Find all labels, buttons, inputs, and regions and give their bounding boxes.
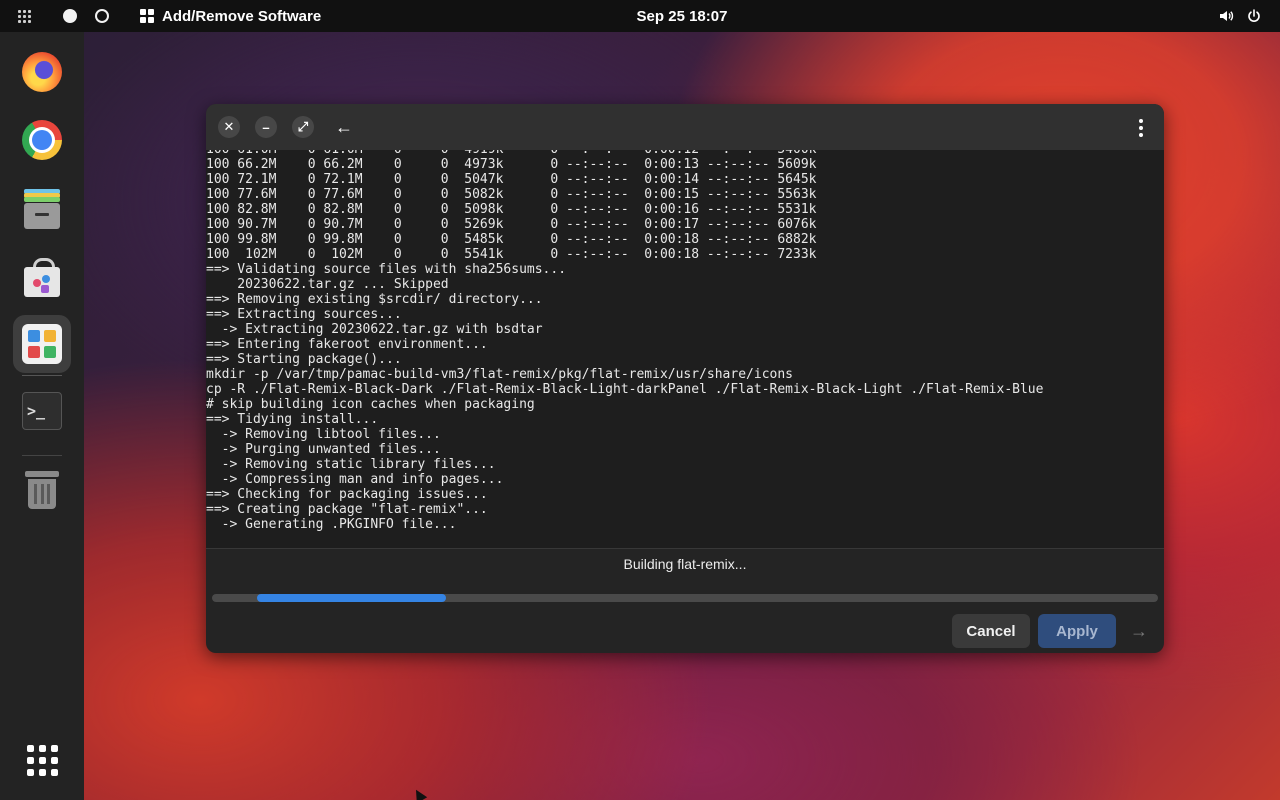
apply-button[interactable]: Apply (1038, 614, 1116, 648)
progress-bar (212, 594, 1158, 602)
sound-icon[interactable] (1218, 0, 1234, 32)
terminal-icon: >_ (22, 392, 62, 430)
minimize-icon: – (262, 119, 270, 135)
firefox-icon (22, 52, 62, 92)
next-button[interactable]: → (1128, 618, 1150, 644)
dock-trash[interactable] (13, 460, 71, 518)
minimize-button[interactable]: – (255, 116, 277, 138)
trash-icon (25, 469, 59, 509)
dock-archive-manager[interactable] (13, 180, 71, 238)
mouse-cursor (410, 786, 428, 800)
maximize-button[interactable]: ⤢ (292, 116, 314, 138)
kebab-menu-icon (1139, 119, 1143, 123)
menu-button[interactable] (1134, 119, 1148, 137)
cancel-button[interactable]: Cancel (952, 614, 1030, 648)
header-bar: ✕ – ⤢ ← (206, 104, 1164, 150)
dock-add-remove-software[interactable] (13, 315, 71, 373)
dock-software-store[interactable] (13, 248, 71, 306)
dock-chrome[interactable] (13, 111, 71, 169)
arrow-right-icon: → (1130, 620, 1148, 641)
dock-running-indicator (22, 375, 62, 376)
power-icon[interactable] (1246, 0, 1262, 32)
add-remove-software-icon (22, 324, 62, 364)
add-remove-software-window: ✕ – ⤢ ← 100 61.0M 0 61.0M 0 0 4919k 0 --… (206, 104, 1164, 653)
dock: >_ (0, 32, 84, 800)
chrome-icon (22, 120, 62, 160)
clock[interactable]: Sep 25 18:07 (0, 0, 1280, 32)
top-bar: Add/Remove Software Sep 25 18:07 (0, 0, 1280, 32)
build-output[interactable]: 100 61.0M 0 61.0M 0 0 4919k 0 --:--:-- 0… (206, 150, 1164, 548)
dock-show-apps[interactable] (13, 731, 71, 789)
dock-firefox[interactable] (13, 43, 71, 101)
status-text: Building flat-remix... (623, 556, 747, 572)
divider (206, 548, 1164, 549)
close-icon: ✕ (223, 119, 235, 134)
maximize-icon: ⤢ (297, 119, 309, 134)
software-store-icon (23, 257, 61, 297)
dock-separator (22, 455, 62, 456)
back-arrow-icon: ← (335, 116, 353, 137)
progress-bar-fill (257, 594, 446, 602)
archive-manager-icon (22, 189, 62, 229)
close-button[interactable]: ✕ (218, 116, 240, 138)
dock-terminal[interactable]: >_ (13, 382, 71, 440)
build-output-text: 100 61.0M 0 61.0M 0 0 4919k 0 --:--:-- 0… (206, 150, 1044, 532)
back-button[interactable]: ← (332, 115, 356, 139)
show-apps-icon (26, 744, 58, 776)
